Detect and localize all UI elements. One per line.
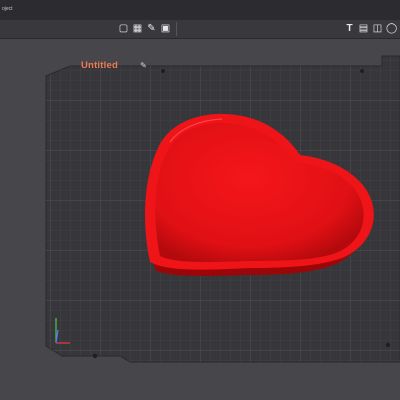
plate-hole xyxy=(385,342,391,348)
plate-title[interactable]: Untitled xyxy=(81,60,118,71)
plate-hole xyxy=(161,69,165,73)
plate-hole xyxy=(92,353,98,359)
plate-hole xyxy=(360,69,364,73)
build-plate-scene[interactable] xyxy=(0,0,400,400)
edit-icon[interactable]: ✎ xyxy=(139,61,148,70)
